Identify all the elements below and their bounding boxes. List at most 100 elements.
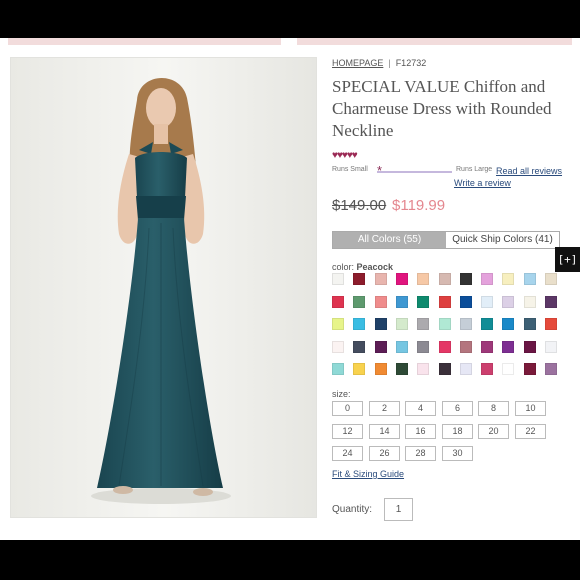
color-swatch[interactable] (375, 341, 387, 353)
color-swatch[interactable] (460, 363, 472, 375)
size-option[interactable]: 26 (369, 446, 400, 461)
color-swatch[interactable] (353, 273, 365, 285)
color-swatch[interactable] (545, 273, 557, 285)
size-option[interactable]: 0 (332, 401, 363, 416)
original-price: $149.00 (332, 197, 387, 214)
color-swatch[interactable] (396, 296, 408, 308)
size-option[interactable]: 14 (369, 424, 400, 439)
size-option[interactable]: 10 (515, 401, 546, 416)
color-swatch[interactable] (439, 318, 451, 330)
color-swatch[interactable] (375, 273, 387, 285)
product-image[interactable] (10, 57, 317, 518)
color-label-prefix: color: (332, 262, 355, 272)
size-option[interactable]: 18 (442, 424, 473, 439)
color-swatch[interactable] (460, 296, 472, 308)
size-option[interactable]: 12 (332, 424, 363, 439)
color-swatch[interactable] (396, 341, 408, 353)
color-swatch[interactable] (502, 341, 514, 353)
tab-all-colors[interactable]: All Colors (55) (333, 232, 446, 248)
breadcrumb-separator: | (388, 58, 391, 68)
read-all-reviews-link[interactable]: Read all reviews (496, 166, 562, 176)
color-swatch[interactable] (417, 296, 429, 308)
header-strip-right (297, 38, 572, 45)
color-swatch[interactable] (417, 318, 429, 330)
color-swatch[interactable] (417, 273, 429, 285)
color-swatch[interactable] (502, 318, 514, 330)
color-swatch[interactable] (353, 363, 365, 375)
size-label: size: (332, 389, 351, 399)
color-swatch[interactable] (332, 318, 344, 330)
color-swatch[interactable] (502, 363, 514, 375)
color-swatch[interactable] (417, 363, 429, 375)
breadcrumb-sku: F12732 (395, 58, 427, 68)
color-swatch[interactable] (353, 296, 365, 308)
size-option[interactable]: 22 (515, 424, 546, 439)
size-option[interactable]: 16 (405, 424, 436, 439)
color-swatch[interactable] (481, 273, 493, 285)
color-swatch[interactable] (502, 296, 514, 308)
color-swatch[interactable] (460, 341, 472, 353)
quantity-label: Quantity: (332, 504, 373, 515)
color-swatch[interactable] (396, 273, 408, 285)
color-swatch[interactable] (439, 341, 451, 353)
breadcrumb-home-link[interactable]: HOMEPAGE (332, 58, 383, 68)
color-swatch[interactable] (439, 273, 451, 285)
color-swatch[interactable] (375, 363, 387, 375)
color-swatch[interactable] (502, 273, 514, 285)
expand-icon[interactable]: [+] (555, 247, 580, 272)
color-swatch[interactable] (524, 296, 536, 308)
size-option[interactable]: 28 (405, 446, 436, 461)
quantity-input[interactable]: 1 (384, 498, 413, 521)
color-swatch[interactable] (481, 318, 493, 330)
color-swatch[interactable] (481, 341, 493, 353)
product-page: HOMEPAGE | F12732 SPECIAL VALUE Chiffon an… (0, 38, 580, 540)
write-review-link[interactable]: Write a review (454, 178, 511, 188)
size-option[interactable]: 20 (478, 424, 509, 439)
size-option[interactable]: 24 (332, 446, 363, 461)
color-swatch[interactable] (460, 318, 472, 330)
size-option[interactable]: 8 (478, 401, 509, 416)
fit-sizing-guide-link[interactable]: Fit & Sizing Guide (332, 469, 404, 479)
color-swatch[interactable] (545, 341, 557, 353)
color-swatch[interactable] (353, 318, 365, 330)
color-label: color: Peacock (332, 262, 393, 272)
color-swatch[interactable] (524, 341, 536, 353)
color-swatch[interactable] (332, 363, 344, 375)
color-swatch[interactable] (439, 363, 451, 375)
header-strip-left (8, 38, 281, 45)
fit-scale-track (377, 171, 452, 173)
size-option[interactable]: 4 (405, 401, 436, 416)
color-swatch[interactable] (332, 273, 344, 285)
color-swatch[interactable] (396, 363, 408, 375)
color-swatch[interactable] (332, 341, 344, 353)
color-swatch[interactable] (524, 363, 536, 375)
color-swatch[interactable] (545, 296, 557, 308)
color-swatch[interactable] (417, 341, 429, 353)
selected-color-name: Peacock (356, 262, 394, 272)
color-swatch[interactable] (545, 318, 557, 330)
color-swatch[interactable] (481, 296, 493, 308)
color-swatch[interactable] (353, 341, 365, 353)
breadcrumb: HOMEPAGE | F12732 (332, 58, 426, 68)
color-swatch[interactable] (524, 273, 536, 285)
fit-runs-large-label: Runs Large (456, 166, 493, 173)
color-swatch[interactable] (481, 363, 493, 375)
rating-hearts-icon[interactable]: ♥♥♥♥♥ (332, 150, 358, 161)
color-swatch[interactable] (460, 273, 472, 285)
color-swatch[interactable] (375, 296, 387, 308)
sale-price: $119.99 (392, 197, 446, 214)
color-filter-tabs: All Colors (55) Quick Ship Colors (41) (332, 231, 560, 249)
color-swatch[interactable] (439, 296, 451, 308)
color-swatch[interactable] (332, 296, 344, 308)
dress-model-illustration (11, 58, 316, 517)
fit-scale-marker: * (377, 163, 383, 178)
color-swatch[interactable] (524, 318, 536, 330)
size-option[interactable]: 30 (442, 446, 473, 461)
color-swatch[interactable] (545, 363, 557, 375)
product-title: SPECIAL VALUE Chiffon and Charmeuse Dres… (332, 77, 552, 140)
size-option[interactable]: 2 (369, 401, 400, 416)
tab-quick-ship-colors[interactable]: Quick Ship Colors (41) (446, 232, 559, 248)
color-swatch[interactable] (375, 318, 387, 330)
color-swatch[interactable] (396, 318, 408, 330)
size-option[interactable]: 6 (442, 401, 473, 416)
